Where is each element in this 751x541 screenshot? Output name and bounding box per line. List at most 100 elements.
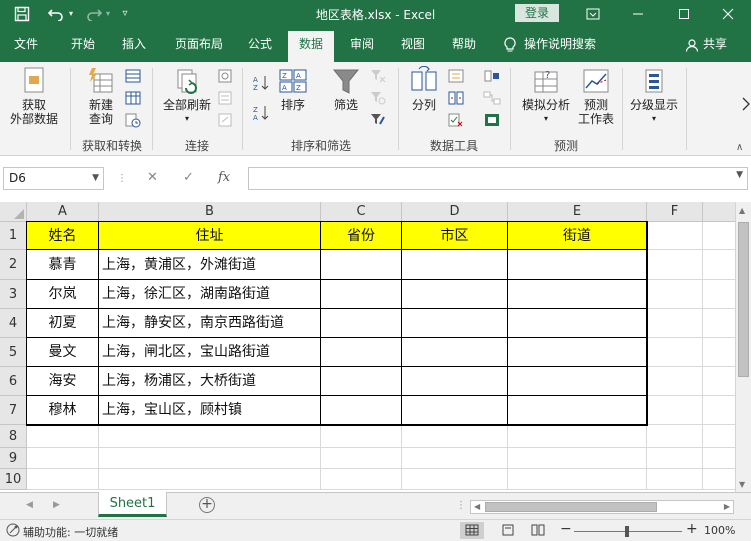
undo-dropdown-icon[interactable]: ▾ xyxy=(66,4,76,23)
normal-view-button[interactable] xyxy=(460,522,484,539)
row-header-7[interactable]: 7 xyxy=(0,396,27,425)
cell-b10[interactable] xyxy=(99,469,321,490)
cell-c4[interactable] xyxy=(321,309,402,338)
select-all-button[interactable] xyxy=(0,202,27,222)
column-header-f[interactable]: F xyxy=(647,202,703,222)
cell-d5[interactable] xyxy=(402,338,508,367)
cell-b3[interactable]: 上海，徐汇区，湖南路街道 xyxy=(99,280,321,309)
vertical-scrollbar[interactable]: ▲ ▼ xyxy=(735,202,751,492)
column-header-b[interactable]: B xyxy=(99,202,321,222)
zoom-out-icon[interactable]: − xyxy=(560,521,572,537)
column-header-c[interactable]: C xyxy=(321,202,402,222)
cell-e4[interactable] xyxy=(508,309,647,338)
accessibility-icon[interactable] xyxy=(6,523,20,540)
tab-formulas[interactable]: 公式 xyxy=(238,27,282,62)
consolidate-icon[interactable] xyxy=(483,68,501,84)
cell-e6[interactable] xyxy=(508,367,647,396)
cell-a2[interactable]: 慕青 xyxy=(27,250,99,280)
cell-e9[interactable] xyxy=(508,448,647,469)
cell-b4[interactable]: 上海，静安区，南京西路街道 xyxy=(99,309,321,338)
tab-split-icon[interactable]: ⋮ xyxy=(456,500,466,511)
cell-c6[interactable] xyxy=(321,367,402,396)
formula-input[interactable]: ▼ xyxy=(248,167,748,190)
horizontal-scrollbar[interactable]: ◀ ▶ xyxy=(470,500,734,514)
cell-d4[interactable] xyxy=(402,309,508,338)
data-validation-icon[interactable] xyxy=(447,112,465,128)
cancel-icon[interactable]: ✕ xyxy=(147,170,158,185)
zoom-in-icon[interactable]: + xyxy=(686,521,698,537)
login-button[interactable]: 登录 xyxy=(515,4,559,22)
cell-c7[interactable] xyxy=(321,396,402,425)
cell-f2[interactable] xyxy=(647,250,703,280)
text-to-columns-button[interactable]: 分列 xyxy=(404,66,444,112)
advanced-filter-icon[interactable] xyxy=(369,112,387,128)
cell-f9[interactable] xyxy=(647,448,703,469)
cell-d9[interactable] xyxy=(402,448,508,469)
cell-g2[interactable] xyxy=(703,250,735,280)
accessibility-status[interactable]: 辅助功能: 一切就绪 xyxy=(23,524,118,540)
row-header-8[interactable]: 8 xyxy=(0,425,27,448)
page-layout-view-button[interactable] xyxy=(496,522,520,539)
row-header-10[interactable]: 10 xyxy=(0,469,27,490)
vertical-scroll-thumb[interactable] xyxy=(738,222,749,377)
cell-b1[interactable]: 住址 xyxy=(99,222,321,250)
row-header-3[interactable]: 3 xyxy=(0,280,27,309)
tab-help[interactable]: 帮助 xyxy=(442,27,486,62)
from-table-icon[interactable] xyxy=(124,90,142,106)
row-header-2[interactable]: 2 xyxy=(0,250,27,280)
cell-d6[interactable] xyxy=(402,367,508,396)
cell-b5[interactable]: 上海，闸北区，宝山路街道 xyxy=(99,338,321,367)
cell-a4[interactable]: 初夏 xyxy=(27,309,99,338)
cell-d2[interactable] xyxy=(402,250,508,280)
cell-f8[interactable] xyxy=(647,425,703,448)
refresh-all-button[interactable]: 全部刷新 ▾ xyxy=(158,66,216,126)
manage-data-model-icon[interactable] xyxy=(483,112,501,128)
next-sheet-icon[interactable]: ▶ xyxy=(53,500,60,510)
row-header-1[interactable]: 1 xyxy=(0,222,27,250)
scroll-left-icon[interactable]: ◀ xyxy=(474,502,480,511)
cell-c1[interactable]: 省份 xyxy=(321,222,402,250)
cell-a6[interactable]: 海安 xyxy=(27,367,99,396)
cell-f6[interactable] xyxy=(647,367,703,396)
new-query-button[interactable]: 新建 查询 xyxy=(78,66,124,126)
recent-sources-icon[interactable] xyxy=(124,112,142,128)
ribbon-display-options-icon[interactable] xyxy=(570,0,616,27)
expand-formula-icon[interactable]: ▼ xyxy=(736,170,743,180)
close-icon[interactable] xyxy=(705,0,751,27)
cell-d1[interactable]: 市区 xyxy=(402,222,508,250)
sort-button[interactable]: ZAAZ 排序 xyxy=(276,66,310,112)
cell-g8[interactable] xyxy=(703,425,735,448)
enter-icon[interactable]: ✓ xyxy=(183,170,194,185)
cell-f5[interactable] xyxy=(647,338,703,367)
cell-b7[interactable]: 上海，宝山区，顾村镇 xyxy=(99,396,321,425)
cell-g1[interactable] xyxy=(703,222,735,250)
cell-e10[interactable] xyxy=(508,469,647,490)
tab-insert[interactable]: 插入 xyxy=(112,27,156,62)
cell-e3[interactable] xyxy=(508,280,647,309)
cell-c5[interactable] xyxy=(321,338,402,367)
cell-d8[interactable] xyxy=(402,425,508,448)
tab-view[interactable]: 视图 xyxy=(391,27,435,62)
cell-g3[interactable] xyxy=(703,280,735,309)
cell-b2[interactable]: 上海，黄浦区，外滩街道 xyxy=(99,250,321,280)
what-if-analysis-button[interactable]: ? 模拟分析 ▾ xyxy=(516,66,576,126)
cell-f1[interactable] xyxy=(647,222,703,250)
lightbulb-icon[interactable] xyxy=(500,27,520,62)
name-box-dropdown-icon[interactable]: ▼ xyxy=(92,168,99,189)
share-button[interactable]: 共享 xyxy=(703,27,733,62)
tell-me-search[interactable]: 操作说明搜索 xyxy=(524,27,610,62)
filter-button[interactable]: 筛选 xyxy=(326,66,366,112)
cell-d3[interactable] xyxy=(402,280,508,309)
zoom-slider-thumb[interactable] xyxy=(625,526,629,537)
row-header-4[interactable]: 4 xyxy=(0,309,27,338)
cell-g6[interactable] xyxy=(703,367,735,396)
name-box[interactable]: D6 ▼ xyxy=(3,167,104,190)
row-header-9[interactable]: 9 xyxy=(0,448,27,469)
cell-g10[interactable] xyxy=(703,469,735,490)
sheet-tab-sheet1[interactable]: Sheet1 xyxy=(98,492,167,517)
sort-descending-icon[interactable]: ZA xyxy=(252,104,270,122)
cell-f4[interactable] xyxy=(647,309,703,338)
cell-e8[interactable] xyxy=(508,425,647,448)
ribbon-scroll-right-icon[interactable] xyxy=(741,96,751,112)
cell-e2[interactable] xyxy=(508,250,647,280)
